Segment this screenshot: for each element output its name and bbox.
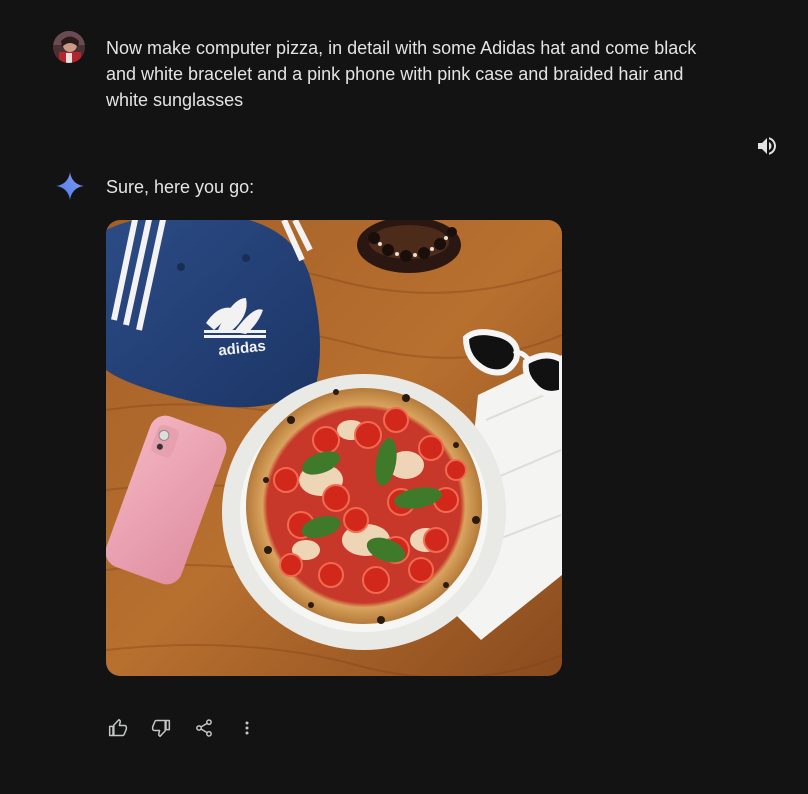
volume-icon[interactable]: [755, 134, 779, 158]
avatar-image: [53, 31, 85, 63]
model-reply: Sure, here you go:: [106, 177, 255, 197]
response-actions: [104, 714, 276, 742]
user-avatar[interactable]: [53, 31, 85, 63]
thumb-down-icon: [151, 719, 171, 738]
generated-image[interactable]: adidas: [106, 220, 562, 676]
pizza-illustration: adidas: [106, 220, 562, 676]
gemini-sparkle-icon: [55, 171, 85, 201]
user-message: Now make computer pizza, in detail with …: [106, 38, 697, 110]
more-options-button[interactable]: [233, 714, 261, 742]
thumb-up-button[interactable]: [104, 714, 132, 742]
share-icon: [196, 719, 212, 737]
thumb-down-button[interactable]: [147, 714, 175, 742]
more-vert-icon: [245, 721, 249, 735]
thumb-up-icon: [108, 718, 128, 737]
share-button[interactable]: [190, 714, 218, 742]
chat-page: Now make computer pizza, in detail with …: [0, 0, 808, 794]
